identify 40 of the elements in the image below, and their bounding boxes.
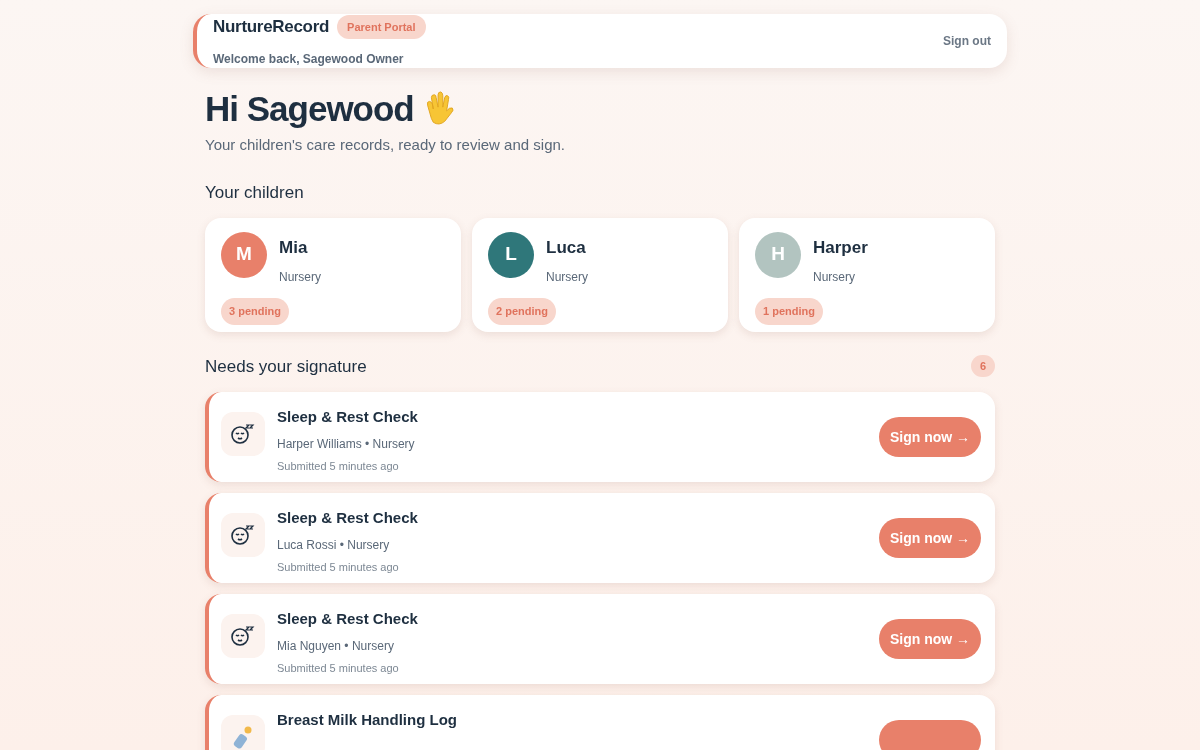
sleeping-face-icon: [230, 423, 256, 445]
section-title: Your children: [205, 182, 305, 204]
record-child: Mia Nguyen • Nursery: [277, 637, 395, 655]
child-group: Nursery: [813, 268, 868, 286]
sleeping-face-icon: [230, 524, 256, 546]
child-card[interactable]: H Harper Nursery 1 pending: [739, 217, 995, 332]
greeting-title: Hi Sagewood: [205, 87, 414, 130]
sleeping-face-icon: [230, 625, 256, 647]
submitted-time: Submitted 5 minutes ago: [277, 660, 400, 676]
child-card[interactable]: M Mia Nursery 3 pending: [205, 217, 461, 332]
record-title: Breast Milk Handling Log: [277, 710, 457, 730]
section-title: Needs your signature: [205, 355, 367, 378]
child-avatar: L: [488, 231, 534, 278]
submitted-time: Submitted 5 minutes ago: [277, 458, 400, 474]
child-group: Nursery: [546, 268, 588, 286]
record-title: Sleep & Rest Check: [277, 407, 418, 427]
child-group: Nursery: [279, 268, 321, 286]
record-title: Sleep & Rest Check: [277, 508, 418, 528]
child-name: Harper: [813, 236, 868, 259]
child-avatar: M: [221, 231, 267, 278]
count-badge: 6: [971, 355, 995, 378]
record-child: Harper Williams • Nursery: [277, 435, 416, 453]
child-card[interactable]: L Luca Nursery 2 pending: [472, 217, 728, 332]
child-avatar: H: [755, 231, 801, 278]
welcome-text: Welcome back, Sagewood Owner: [213, 50, 405, 68]
portal-badge: Parent Portal: [337, 14, 426, 39]
sign-now-button[interactable]: Sign now →: [879, 619, 981, 659]
child-name: Mia: [279, 236, 309, 259]
brand-name: NurtureRecord: [213, 16, 330, 38]
greeting-subtitle: Your children's care records, ready to review and sign.: [205, 134, 566, 155]
pending-badge: 3 pending: [221, 298, 289, 325]
sign-now-button[interactable]: Sign now →: [879, 518, 981, 558]
sign-out-link[interactable]: Sign out: [943, 31, 991, 50]
sign-now-button[interactable]: Sign now →: [879, 417, 981, 457]
submitted-time: Submitted 5 minutes ago: [277, 559, 400, 575]
record-title: Sleep & Rest Check: [277, 609, 418, 629]
record-child: Luca Rossi • Nursery: [277, 536, 391, 554]
child-name: Luca: [546, 236, 587, 259]
pending-badge: 1 pending: [755, 298, 823, 325]
pending-badge: 2 pending: [488, 298, 556, 325]
